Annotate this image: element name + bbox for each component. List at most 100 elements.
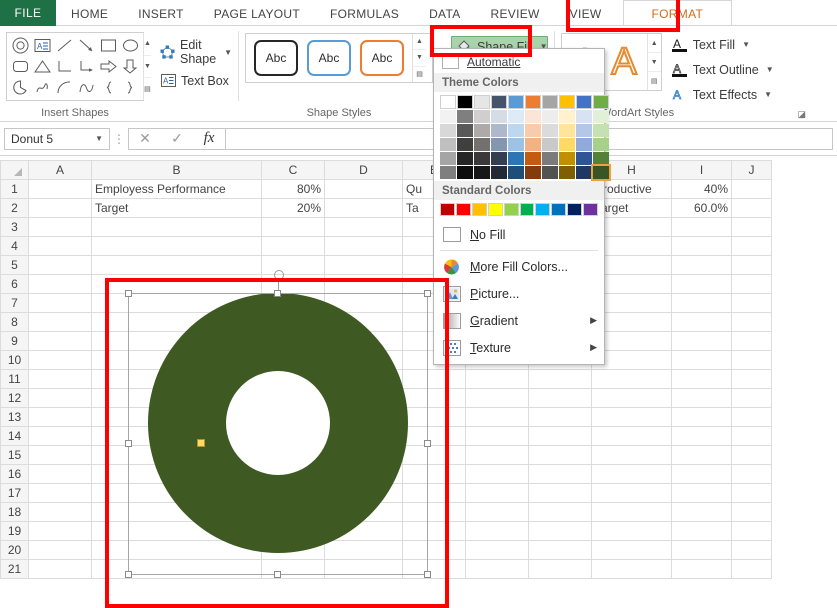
shape-pie-icon[interactable] <box>9 77 31 98</box>
cell-A5[interactable] <box>28 255 92 275</box>
cell-B3[interactable] <box>91 217 262 237</box>
shape-triangle-icon[interactable] <box>31 56 53 77</box>
cell-A6[interactable] <box>28 274 92 294</box>
cell-I14[interactable] <box>671 426 732 446</box>
shape-fill-dropdown[interactable]: Automatic Theme Colors Standard Colors N… <box>433 48 611 365</box>
theme-color-swatch-r1c9[interactable] <box>593 110 609 123</box>
cell-D4[interactable] <box>324 236 403 256</box>
cell-I20[interactable] <box>671 540 732 560</box>
standard-color-swatch-0[interactable] <box>440 203 455 216</box>
theme-color-swatch-r0c6[interactable] <box>542 95 558 109</box>
cell-H15[interactable] <box>591 445 672 465</box>
cell-C2[interactable]: 20% <box>261 198 325 218</box>
cell-A2[interactable] <box>28 198 92 218</box>
cell-G20[interactable] <box>528 540 592 560</box>
cell-J3[interactable] <box>731 217 772 237</box>
theme-color-swatch-r0c4[interactable] <box>508 95 524 109</box>
row-header-18[interactable]: 18 <box>0 502 29 522</box>
shape-style-thumb-2[interactable]: Abc <box>307 40 351 76</box>
shape-arc-icon[interactable] <box>53 77 75 98</box>
text-box-button[interactable]: A Text Box <box>160 73 232 88</box>
cell-A8[interactable] <box>28 312 92 332</box>
theme-color-swatch-r3c2[interactable] <box>474 138 490 151</box>
theme-color-swatch-r2c9[interactable] <box>593 124 609 137</box>
cell-A20[interactable] <box>28 540 92 560</box>
gradient-submenu-arrow-icon[interactable]: ▶ <box>590 315 597 326</box>
theme-color-swatch-r1c7[interactable] <box>559 110 575 123</box>
cell-A4[interactable] <box>28 236 92 256</box>
cell-J4[interactable] <box>731 236 772 256</box>
text-outline-caret-icon[interactable]: ▼ <box>766 65 774 74</box>
cell-J7[interactable] <box>731 293 772 313</box>
cell-J6[interactable] <box>731 274 772 294</box>
cell-G15[interactable] <box>528 445 592 465</box>
row-header-16[interactable]: 16 <box>0 464 29 484</box>
resize-handle-e[interactable] <box>424 440 431 447</box>
theme-color-swatch-r1c1[interactable] <box>457 110 473 123</box>
row-header-20[interactable]: 20 <box>0 540 29 560</box>
cell-F11[interactable] <box>465 369 529 389</box>
standard-color-swatch-4[interactable] <box>503 203 519 216</box>
row-header-6[interactable]: 6 <box>0 274 29 294</box>
cell-H17[interactable] <box>591 483 672 503</box>
cell-F15[interactable] <box>465 445 529 465</box>
cell-I15[interactable] <box>671 445 732 465</box>
cell-I13[interactable] <box>671 407 732 427</box>
row-header-14[interactable]: 14 <box>0 426 29 446</box>
theme-color-swatch-r3c4[interactable] <box>508 138 524 151</box>
cell-J9[interactable] <box>731 331 772 351</box>
row-header-8[interactable]: 8 <box>0 312 29 332</box>
cell-F14[interactable] <box>465 426 529 446</box>
theme-color-swatch-r0c8[interactable] <box>576 95 592 109</box>
theme-color-swatch-r2c2[interactable] <box>474 124 490 137</box>
tab-home[interactable]: HOME <box>56 0 123 26</box>
standard-color-swatch-1[interactable] <box>455 203 471 216</box>
styles-scroll-down-icon[interactable]: ▼ <box>413 50 426 67</box>
cell-F16[interactable] <box>465 464 529 484</box>
row-header-15[interactable]: 15 <box>0 445 29 465</box>
cell-A13[interactable] <box>28 407 92 427</box>
texture-submenu-arrow-icon[interactable]: ▶ <box>590 342 597 353</box>
standard-color-swatch-6[interactable] <box>535 203 551 216</box>
row-header-10[interactable]: 10 <box>0 350 29 370</box>
theme-color-swatch-r5c1[interactable] <box>457 166 473 179</box>
shape-adjustment-handle[interactable] <box>197 439 205 447</box>
cell-J15[interactable] <box>731 445 772 465</box>
cell-I4[interactable] <box>671 236 732 256</box>
theme-color-swatch-r4c0[interactable] <box>440 152 456 165</box>
shape-elbow-connector-icon[interactable] <box>53 56 75 77</box>
cell-B6[interactable] <box>91 274 262 294</box>
shapes-gallery[interactable]: A ▲ ▼ ▤ <box>6 32 151 101</box>
theme-color-swatch-r1c6[interactable] <box>542 110 558 123</box>
shape-right-brace-icon[interactable] <box>119 77 141 98</box>
row-header-1[interactable]: 1 <box>0 179 29 199</box>
cell-A10[interactable] <box>28 350 92 370</box>
cell-J8[interactable] <box>731 312 772 332</box>
rotate-handle-icon[interactable] <box>274 270 284 280</box>
cell-A14[interactable] <box>28 426 92 446</box>
styles-more-icon[interactable]: ▤ <box>413 67 426 82</box>
row-header-9[interactable]: 9 <box>0 331 29 351</box>
theme-color-swatch-r3c0[interactable] <box>440 138 456 151</box>
shape-down-arrow-icon[interactable] <box>119 56 141 77</box>
cell-H21[interactable] <box>591 559 672 579</box>
theme-color-swatch-r4c6[interactable] <box>542 152 558 165</box>
shape-styles-scroll[interactable]: ▲ ▼ ▤ <box>412 34 426 82</box>
cell-I17[interactable] <box>671 483 732 503</box>
tab-format[interactable]: FORMAT <box>622 0 733 26</box>
theme-color-swatch-r0c5[interactable] <box>525 95 541 109</box>
cell-B5[interactable] <box>91 255 262 275</box>
cancel-icon[interactable]: ✕ <box>129 130 161 147</box>
tab-review[interactable]: REVIEW <box>476 0 555 26</box>
cell-B2[interactable]: Target <box>91 198 262 218</box>
cell-F18[interactable] <box>465 502 529 522</box>
edit-shape-button[interactable]: Edit Shape ▼ <box>160 38 232 66</box>
theme-color-swatch-r4c9[interactable] <box>593 152 609 165</box>
cell-G18[interactable] <box>528 502 592 522</box>
shape-styles-gallery[interactable]: Abc Abc Abc ▲ ▼ ▤ <box>245 33 433 83</box>
cell-J18[interactable] <box>731 502 772 522</box>
cell-H18[interactable] <box>591 502 672 522</box>
standard-color-swatch-2[interactable] <box>471 203 487 216</box>
tab-data[interactable]: DATA <box>414 0 475 26</box>
theme-color-swatch-r1c4[interactable] <box>508 110 524 123</box>
